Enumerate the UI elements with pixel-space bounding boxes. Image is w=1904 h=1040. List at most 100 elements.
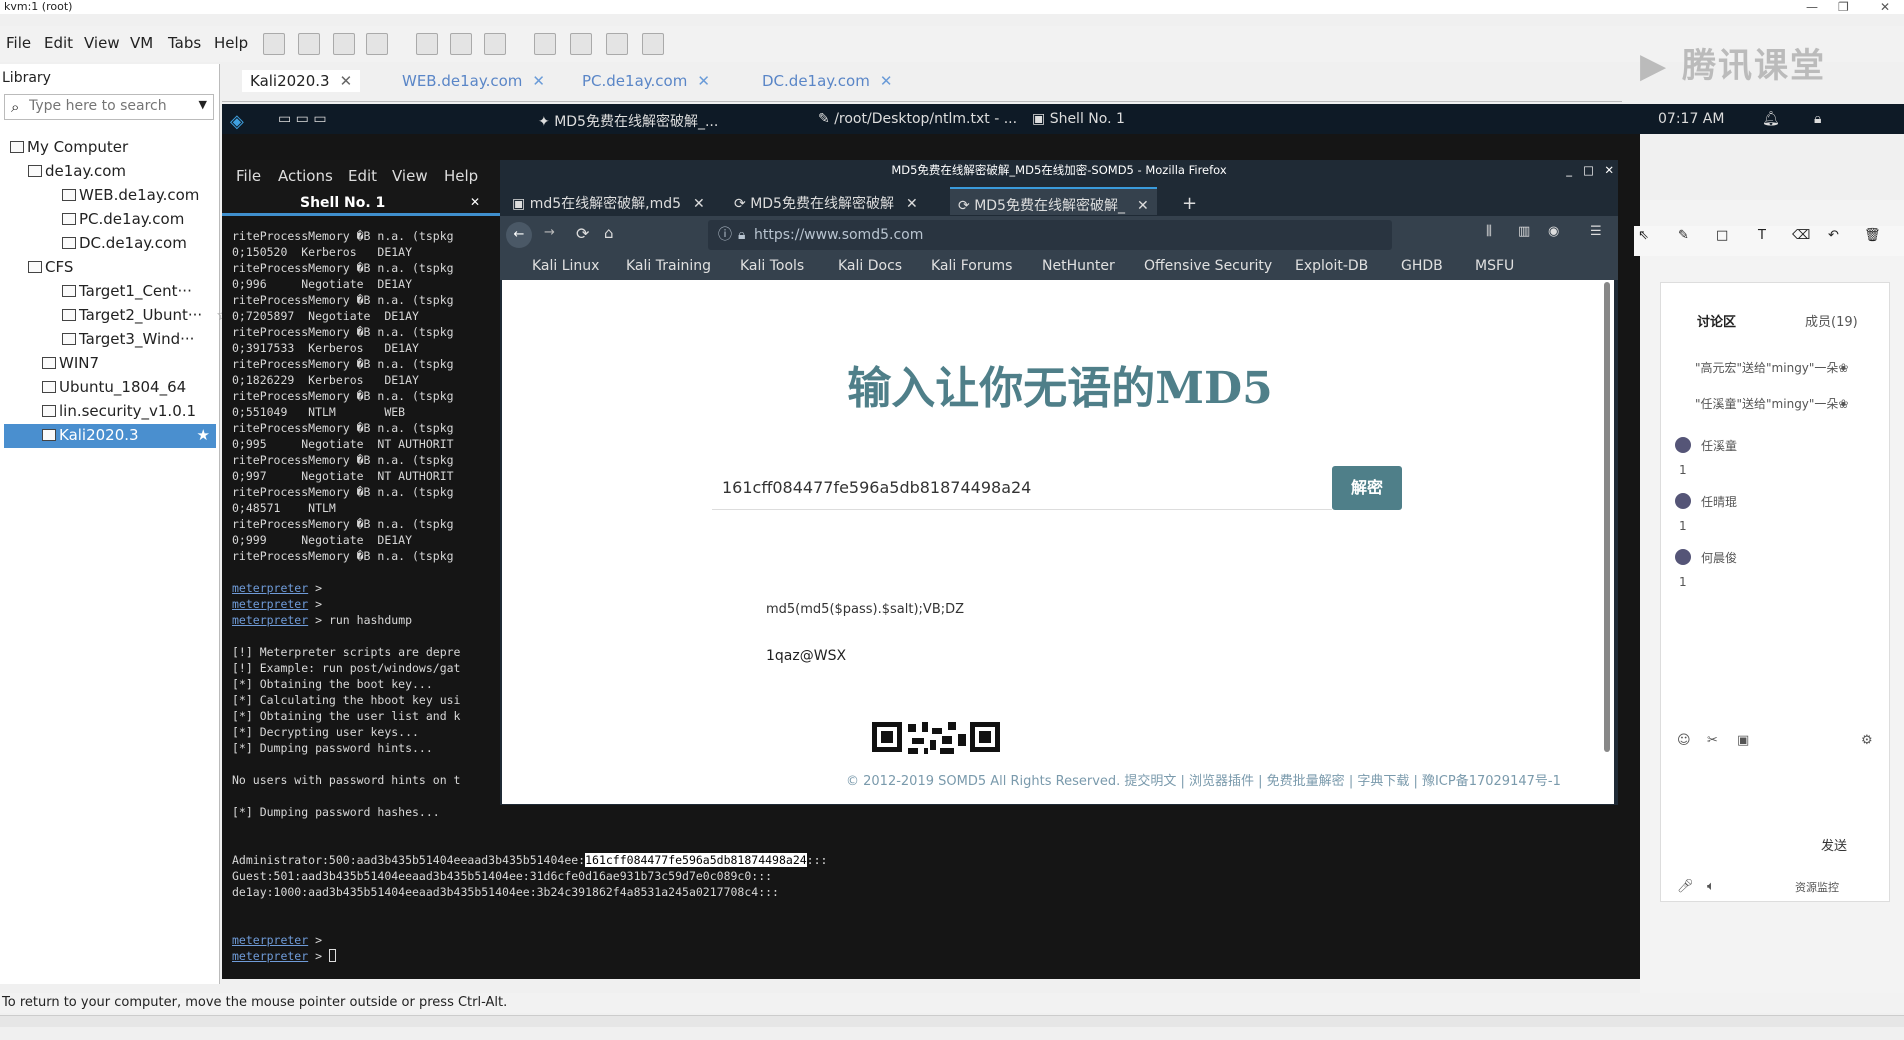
bookmark-nethunter[interactable]: NetHunter: [1042, 258, 1115, 274]
tree-target2[interactable]: Target2_Ubunt···☆: [62, 306, 230, 324]
menu-tabs[interactable]: Tabs: [168, 34, 201, 52]
home-icon[interactable]: ⌂: [604, 224, 614, 242]
star-icon[interactable]: ★: [197, 426, 210, 444]
resource-monitor[interactable]: 资源监控: [1795, 879, 1839, 895]
fullscreen-icon[interactable]: [606, 33, 628, 55]
close-icon[interactable]: ✕: [1880, 0, 1890, 14]
tree-dc[interactable]: DC.de1ay.com: [62, 234, 187, 252]
terminal-menu-actions[interactable]: Actions: [278, 167, 333, 185]
terminal-menu-edit[interactable]: Edit: [348, 167, 377, 185]
unity-icon[interactable]: [642, 33, 664, 55]
library-icon[interactable]: ⫼: [1486, 224, 1492, 239]
tree-cfs[interactable]: CFS: [28, 258, 73, 276]
pen-icon[interactable]: ✎: [1678, 228, 1689, 243]
close-icon[interactable]: ✕: [693, 196, 705, 212]
undo-icon[interactable]: ↶: [1828, 228, 1839, 243]
account-icon[interactable]: ◉: [1548, 224, 1559, 239]
pointer-icon[interactable]: ⇖: [1638, 228, 1649, 243]
decrypt-button[interactable]: 解密: [1332, 466, 1402, 510]
revert-snapshot-icon[interactable]: [450, 33, 472, 55]
tree-web[interactable]: WEB.de1ay.com: [62, 186, 199, 204]
bookmark-msfu[interactable]: MSFU: [1475, 258, 1514, 274]
tree-de1ay[interactable]: de1ay.com: [28, 162, 126, 180]
text-icon[interactable]: T: [1758, 228, 1766, 243]
hamburger-menu-icon[interactable]: ☰: [1590, 224, 1602, 239]
terminal-menu-file[interactable]: File: [236, 167, 261, 185]
tab-members[interactable]: 成员(19): [1805, 311, 1858, 330]
terminal-tab[interactable]: Shell No. 1 ✕: [222, 192, 500, 216]
tree-win7[interactable]: WIN7: [42, 354, 99, 372]
tab-dc[interactable]: DC.de1ay.com ✕: [762, 72, 892, 90]
terminal-menu-view[interactable]: View: [392, 167, 428, 185]
tab-kali[interactable]: Kali2020.3 ✕: [242, 70, 361, 92]
thumbnail-icon[interactable]: [570, 33, 592, 55]
reload-icon[interactable]: ⟳: [576, 224, 589, 243]
close-icon[interactable]: ✕: [697, 72, 710, 90]
workspace-icon[interactable]: ▭ ▭ ▭: [278, 111, 327, 127]
send-button[interactable]: 发送: [1821, 835, 1847, 854]
bookmark-kali-linux[interactable]: Kali Linux: [532, 258, 599, 274]
bookmark-kali-docs[interactable]: Kali Docs: [838, 258, 902, 274]
library-toggle-icon[interactable]: [534, 33, 556, 55]
trash-icon[interactable]: 🗑︎: [1864, 228, 1881, 243]
kali-menu-icon[interactable]: ◈: [230, 111, 244, 132]
terminal-menu-help[interactable]: Help: [444, 167, 478, 185]
tree-target1[interactable]: Target1_Cent···: [62, 282, 192, 300]
url-bar[interactable]: ⓘ 🔒︎ https://www.somd5.com: [708, 220, 1392, 250]
close-icon[interactable]: ✕: [1604, 160, 1614, 180]
speaker-icon[interactable]: 🔈︎: [1707, 879, 1715, 894]
library-search[interactable]: ⌕ ▼: [4, 94, 214, 120]
close-icon[interactable]: ✕: [470, 195, 480, 209]
bookmark-kali-tools[interactable]: Kali Tools: [740, 258, 804, 274]
minimize-icon[interactable]: _: [1566, 160, 1572, 180]
tree-target3[interactable]: Target3_Wind···: [62, 330, 194, 348]
power-icon[interactable]: [263, 33, 285, 55]
sidebar-icon[interactable]: ▥: [1518, 224, 1530, 239]
menu-view[interactable]: View: [84, 34, 120, 52]
tree-lin-security[interactable]: lin.security_v1.0.1: [42, 402, 196, 420]
tree-ubuntu[interactable]: Ubuntu_1804_64: [42, 378, 186, 396]
tab-pc[interactable]: PC.de1ay.com ✕: [582, 72, 710, 90]
bookmark-kali-training[interactable]: Kali Training: [626, 258, 711, 274]
bookmark-exploit-db[interactable]: Exploit-DB: [1295, 258, 1368, 274]
lock-icon[interactable]: 🔒︎: [1814, 111, 1821, 127]
scissors-icon[interactable]: ✂: [1707, 733, 1718, 748]
close-icon[interactable]: ✕: [906, 196, 918, 212]
firefox-task[interactable]: ✦ MD5免费在线解密破解_...: [538, 111, 718, 131]
bookmark-kali-forums[interactable]: Kali Forums: [931, 258, 1012, 274]
close-icon[interactable]: ✕: [880, 72, 893, 90]
ff-tab-2[interactable]: ⟳ MD5免费在线解密破解 ✕: [726, 187, 926, 215]
rectangle-icon[interactable]: □: [1716, 228, 1728, 243]
maximize-icon[interactable]: ❐: [1838, 0, 1849, 14]
terminal-task[interactable]: ▣ Shell No. 1: [1032, 111, 1125, 127]
eraser-icon[interactable]: ⌫: [1792, 228, 1810, 243]
tree-pc[interactable]: PC.de1ay.com: [62, 210, 184, 228]
menu-help[interactable]: Help: [214, 34, 248, 52]
editor-task[interactable]: ✎ /root/Desktop/ntlm.txt - ...: [818, 111, 1017, 127]
minimize-icon[interactable]: —: [1806, 0, 1818, 14]
tab-discuss[interactable]: 讨论区: [1697, 311, 1736, 330]
library-search-input[interactable]: [29, 98, 179, 114]
forward-icon[interactable]: →: [544, 225, 555, 240]
ff-tab-1[interactable]: ▣ md5在线解密破解,md5 ✕: [504, 187, 713, 215]
ff-tab-3[interactable]: ⟳ MD5免费在线解密破解_ ✕: [950, 187, 1157, 215]
snapshot-manager-icon[interactable]: [484, 33, 506, 55]
bookmark-ghdb[interactable]: GHDB: [1401, 258, 1443, 274]
tree-my-computer[interactable]: My Computer: [10, 138, 128, 156]
back-icon[interactable]: ←: [506, 222, 532, 248]
restart-icon[interactable]: [366, 33, 388, 55]
horizontal-scrollbar[interactable]: [0, 1015, 1904, 1027]
close-icon[interactable]: ✕: [340, 72, 353, 90]
bookmark-offensive-security[interactable]: Offensive Security: [1144, 258, 1272, 274]
emoji-icon[interactable]: ☺: [1677, 733, 1691, 748]
settings-icon[interactable]: ⚙: [1861, 733, 1873, 748]
new-tab-button[interactable]: +: [1174, 187, 1205, 215]
maximize-icon[interactable]: □: [1583, 160, 1594, 180]
suspend-icon[interactable]: [333, 33, 355, 55]
close-icon[interactable]: ✕: [532, 72, 545, 90]
menu-vm[interactable]: VM: [130, 34, 153, 52]
tab-web[interactable]: WEB.de1ay.com ✕: [402, 72, 545, 90]
notification-icon[interactable]: 🔔︎: [1762, 111, 1780, 127]
panel-clock[interactable]: 07:17 AM: [1658, 111, 1724, 127]
image-icon[interactable]: ▣: [1737, 733, 1749, 748]
